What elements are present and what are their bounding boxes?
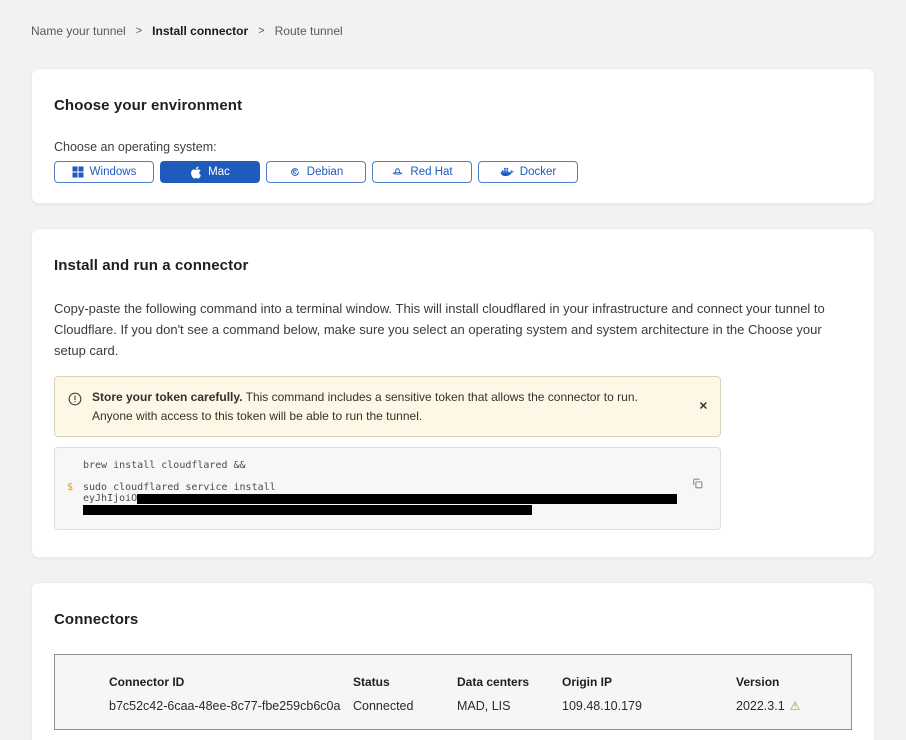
tunnel-setup-page: Name your tunnel > Install connector > R…	[0, 0, 906, 740]
token-warning-alert: Store your token carefully. This command…	[54, 376, 721, 437]
apple-icon	[190, 166, 202, 179]
status-badge: Connected	[353, 699, 457, 713]
breadcrumb-install-connector[interactable]: Install connector	[152, 24, 248, 38]
os-button-label: Windows	[90, 166, 137, 178]
connector-id-value: b7c52c42-6caa-48ee-8c77-fbe259cb6c0a	[109, 699, 353, 713]
data-centers-value: MAD, LIS	[457, 699, 562, 713]
debian-icon	[289, 166, 301, 178]
redacted-token-bar	[137, 494, 677, 504]
warning-triangle-icon: ⚠	[790, 700, 801, 712]
column-header-data-centers: Data centers	[457, 675, 562, 689]
connectors-card: Connectors Connector ID Status Data cent…	[31, 582, 875, 740]
code-line-sudo: $ sudo cloudflared service install	[55, 482, 720, 493]
column-header-origin-ip: Origin IP	[562, 675, 736, 689]
version-value: 2022.3.1 ⚠	[736, 699, 851, 713]
table-row: b7c52c42-6caa-48ee-8c77-fbe259cb6c0a Con…	[109, 699, 851, 713]
code-line-token: eyJhIjoiO	[55, 493, 720, 504]
alert-text: Store your token carefully. This command…	[92, 388, 677, 425]
windows-icon	[72, 166, 84, 178]
redacted-token-bar	[83, 505, 532, 515]
connectors-table: Connector ID Status Data centers Origin …	[54, 654, 852, 730]
docker-icon	[500, 166, 514, 178]
breadcrumb-separator: >	[258, 25, 264, 37]
os-button-label: Docker	[520, 166, 556, 178]
code-command-text: sudo cloudflared service install	[83, 482, 276, 493]
breadcrumb-name-your-tunnel[interactable]: Name your tunnel	[31, 24, 126, 38]
breadcrumb-separator: >	[136, 25, 142, 37]
table-header-row: Connector ID Status Data centers Origin …	[109, 675, 851, 689]
install-card-description: Copy-paste the following command into a …	[54, 298, 852, 361]
os-button-debian[interactable]: Debian	[266, 161, 366, 183]
environment-card-title: Choose your environment	[54, 97, 852, 114]
column-header-connector-id: Connector ID	[109, 675, 353, 689]
token-prefix: eyJhIjoiO	[83, 493, 137, 504]
install-connector-card: Install and run a connector Copy-paste t…	[31, 228, 875, 558]
breadcrumb-route-tunnel[interactable]: Route tunnel	[275, 24, 343, 38]
alert-title: Store your token carefully.	[92, 390, 243, 404]
column-header-status: Status	[353, 675, 457, 689]
shell-prompt: $	[55, 482, 83, 493]
install-command-codeblock: brew install cloudflared && $ sudo cloud…	[54, 447, 721, 530]
os-button-label: Debian	[307, 166, 343, 178]
install-card-title: Install and run a connector	[54, 257, 852, 274]
breadcrumb: Name your tunnel > Install connector > R…	[31, 0, 875, 38]
version-number: 2022.3.1	[736, 699, 785, 713]
close-icon[interactable]: ✕	[699, 401, 708, 412]
os-button-mac[interactable]: Mac	[160, 161, 260, 183]
copy-icon[interactable]	[689, 475, 706, 495]
origin-ip-value: 109.48.10.179	[562, 699, 736, 713]
os-button-group: Windows Mac Debian Red Hat	[54, 161, 852, 183]
os-select-label: Choose an operating system:	[54, 140, 852, 154]
os-button-label: Red Hat	[410, 166, 452, 178]
os-button-docker[interactable]: Docker	[478, 161, 578, 183]
alert-circle-icon	[68, 392, 82, 411]
code-line-token-2	[55, 504, 720, 515]
column-header-version: Version	[736, 675, 851, 689]
redhat-icon	[391, 166, 404, 178]
connectors-card-title: Connectors	[54, 611, 852, 628]
environment-card: Choose your environment Choose an operat…	[31, 68, 875, 204]
os-button-label: Mac	[208, 166, 230, 178]
code-line-brew: brew install cloudflared &&	[55, 460, 720, 471]
os-button-redhat[interactable]: Red Hat	[372, 161, 472, 183]
os-button-windows[interactable]: Windows	[54, 161, 154, 183]
